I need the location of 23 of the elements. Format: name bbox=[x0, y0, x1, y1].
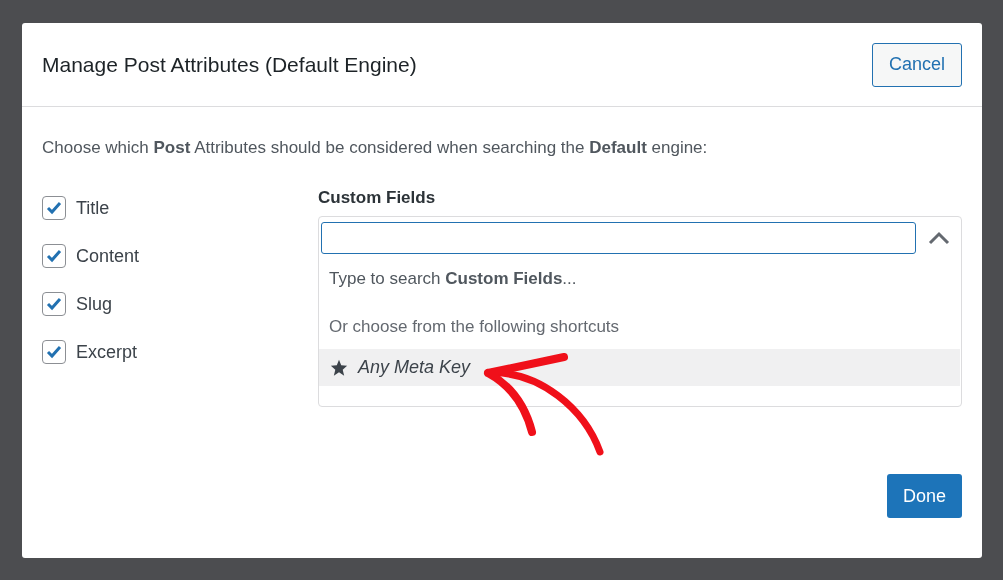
search-hint: Type to search Custom Fields... bbox=[328, 268, 578, 290]
intro-text: Choose which Post Attributes should be considered when searching the Default engine: bbox=[42, 137, 709, 159]
search-field[interactable] bbox=[321, 222, 916, 254]
checkmark-icon bbox=[46, 249, 62, 263]
checkmark-icon bbox=[46, 297, 62, 311]
dialog-title: Manage Post Attributes (Default Engine) bbox=[42, 51, 417, 78]
checkbox-label: Slug bbox=[76, 292, 113, 316]
custom-fields-label: Custom Fields bbox=[318, 186, 437, 209]
shortcut-option[interactable]: Any Meta Key bbox=[319, 349, 960, 386]
cancel-button[interactable]: Cancel bbox=[871, 42, 962, 87]
checkbox[interactable] bbox=[42, 244, 66, 268]
checkmark-icon bbox=[46, 345, 62, 359]
checkbox-label: Content bbox=[76, 244, 140, 268]
checkmark-icon bbox=[46, 201, 62, 215]
checkbox[interactable] bbox=[42, 292, 66, 316]
checkbox[interactable] bbox=[42, 196, 66, 220]
shortcuts-heading: Or choose from the following shortcuts bbox=[328, 315, 620, 338]
star-icon bbox=[330, 359, 348, 376]
caret-icon[interactable] bbox=[927, 231, 950, 245]
checkbox[interactable] bbox=[42, 340, 66, 364]
checkbox-label: Excerpt bbox=[76, 340, 138, 364]
checkbox-label: Title bbox=[76, 196, 110, 220]
done-button[interactable]: Done bbox=[886, 474, 962, 518]
